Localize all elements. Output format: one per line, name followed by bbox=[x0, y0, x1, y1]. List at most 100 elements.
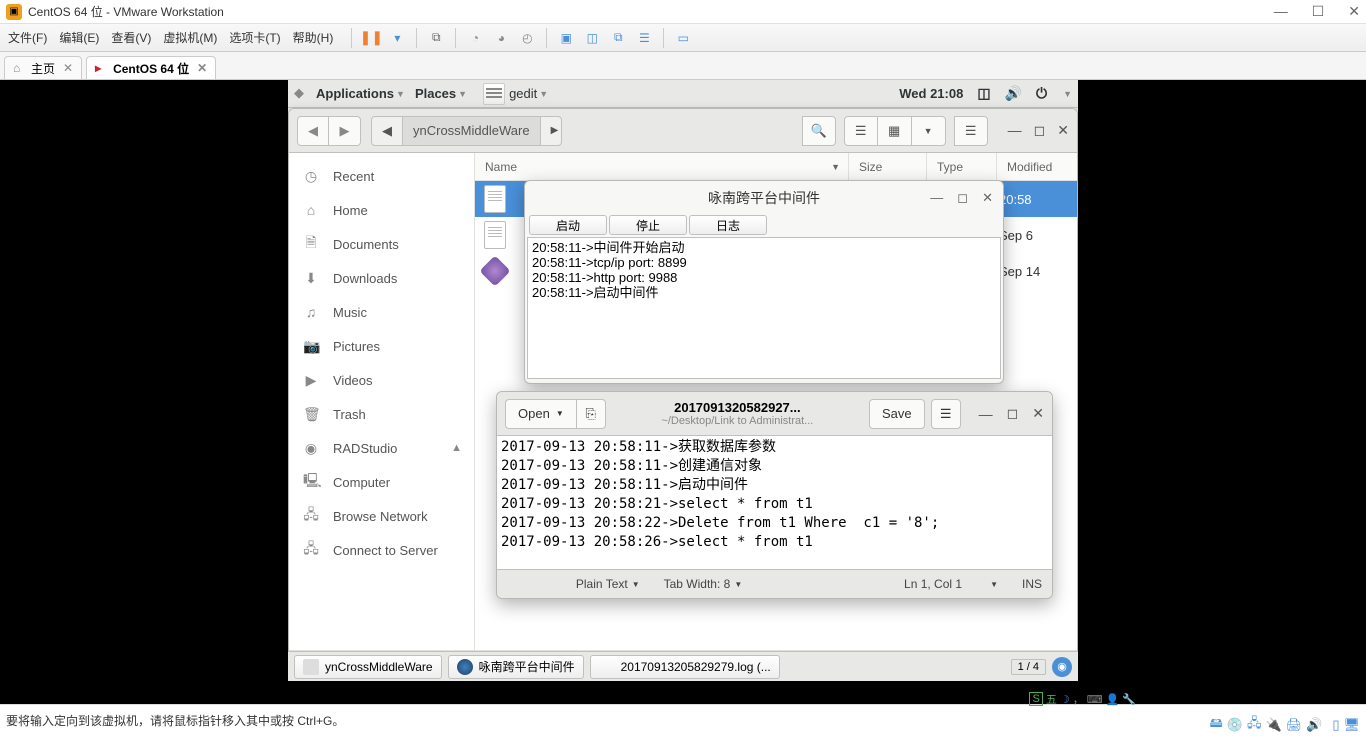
gedit-textarea[interactable]: 2017-09-13 20:58:11->获取数据库参数 2017-09-13 … bbox=[497, 436, 1052, 570]
menu-help[interactable]: 帮助(H) bbox=[293, 29, 334, 46]
printer-icon[interactable]: 🖨 bbox=[1286, 717, 1303, 733]
dropdown-icon: ▼ bbox=[458, 89, 467, 99]
col-name[interactable]: Name▼ bbox=[475, 153, 849, 180]
minimize-button[interactable]: — bbox=[1274, 3, 1288, 20]
menu-tabs[interactable]: 选项卡(T) bbox=[229, 29, 280, 46]
language-selector[interactable]: Plain Text▼ bbox=[576, 577, 640, 591]
disk-icon[interactable]: 🖴 bbox=[1210, 714, 1223, 736]
stop-button[interactable]: 停止 bbox=[609, 215, 687, 235]
cursor-dropdown[interactable]: ▼ bbox=[986, 580, 998, 589]
gedit-menu-button[interactable]: ☰ bbox=[931, 399, 961, 429]
taskbar-item-files[interactable]: ynCrossMiddleWare bbox=[294, 655, 442, 679]
power-icon[interactable]: ⏻ bbox=[1036, 85, 1047, 102]
eject-icon[interactable]: ▲ bbox=[451, 442, 462, 454]
tab-home[interactable]: ⌂ 主页 ✕ bbox=[4, 56, 82, 79]
workspace-indicator[interactable]: 1 / 4 bbox=[1011, 659, 1046, 675]
power-dropdown[interactable]: ▾ bbox=[388, 29, 406, 47]
network-icon[interactable]: 🖧 bbox=[1247, 714, 1262, 736]
cd-icon[interactable]: 💿 bbox=[1227, 717, 1243, 733]
close-tab-icon[interactable]: ✕ bbox=[63, 61, 73, 75]
guest-display[interactable]: ◆ Applications ▼ Places ▼ gedit ▼ Wed 21… bbox=[0, 80, 1366, 704]
gedit-title: 2017091320582927... ~/Desktop/Link to Ad… bbox=[606, 400, 869, 427]
taskbar-item-middleware[interactable]: 咏南跨平台中间件 bbox=[448, 655, 584, 679]
fullscreen-icon[interactable]: ▣ bbox=[557, 29, 575, 47]
manage-snapshot-icon[interactable]: ◴ bbox=[518, 29, 536, 47]
applications-menu[interactable]: ◆ Applications ▼ bbox=[294, 85, 405, 103]
view-icon[interactable]: ⧉ bbox=[609, 29, 627, 47]
files-close[interactable]: ✕ bbox=[1057, 122, 1069, 139]
close-button[interactable]: ✕ bbox=[1348, 3, 1360, 20]
places-menu[interactable]: Places ▼ bbox=[415, 86, 467, 101]
revert-icon[interactable]: ◕ bbox=[492, 29, 510, 47]
sidebar-item-trash[interactable]: 🗑Trash bbox=[289, 397, 474, 431]
tab-width-selector[interactable]: Tab Width: 8▼ bbox=[664, 577, 743, 591]
sidebar-item-computer[interactable]: 🖳Computer bbox=[289, 465, 474, 499]
sidebar-item-music[interactable]: ♫Music bbox=[289, 295, 474, 329]
breadcrumb-prev[interactable]: ◀ bbox=[372, 117, 403, 145]
files-maximize[interactable]: ◻ bbox=[1034, 122, 1046, 139]
gedit-maximize[interactable]: ◻ bbox=[1007, 405, 1019, 422]
gedit-minimize[interactable]: — bbox=[979, 406, 993, 422]
sidebar-item-documents[interactable]: 🗎Documents bbox=[289, 227, 474, 261]
volume-icon[interactable]: 🔊 bbox=[1005, 85, 1022, 102]
snapshot-icon[interactable]: ◔ bbox=[466, 29, 484, 47]
save-button[interactable]: Save bbox=[869, 399, 925, 429]
sidebar-item-connect-to-server[interactable]: 🖧Connect to Server bbox=[289, 533, 474, 567]
gedit-close[interactable]: ✕ bbox=[1032, 405, 1044, 422]
grid-view-button[interactable]: ▦ bbox=[878, 116, 912, 146]
taskbar-item-gedit[interactable]: 20170913205829279.log (... bbox=[590, 655, 780, 679]
start-button[interactable]: 启动 bbox=[529, 215, 607, 235]
vmware-device-tray[interactable]: 🖴 💿 🖧 🔌 🖨 🔊 ▯ 🖥 bbox=[1210, 717, 1360, 733]
mw-maximize[interactable]: ◻ bbox=[957, 190, 968, 206]
tab-vm[interactable]: ▸ CentOS 64 位 ✕ bbox=[86, 56, 216, 79]
unity-icon[interactable]: ◫ bbox=[583, 29, 601, 47]
close-tab-icon[interactable]: ✕ bbox=[197, 61, 207, 75]
workspace-switcher[interactable]: ◉ bbox=[1052, 657, 1072, 677]
col-modified[interactable]: Modified bbox=[997, 153, 1077, 180]
app-menu-gedit[interactable]: gedit ▼ bbox=[483, 83, 548, 105]
display-icon[interactable]: ▯ bbox=[1332, 717, 1339, 733]
open-button[interactable]: Open▼ bbox=[505, 399, 576, 429]
list-view-button[interactable]: ☰ bbox=[844, 116, 878, 146]
monitor-icon[interactable]: 🖥 bbox=[1343, 717, 1360, 733]
breadcrumb-next[interactable]: ▶ bbox=[541, 117, 561, 145]
sidebar-item-recent[interactable]: ◷Recent bbox=[289, 159, 474, 193]
clock[interactable]: Wed 21:08 bbox=[899, 86, 963, 101]
mw-close[interactable]: ✕ bbox=[982, 190, 993, 206]
menu-file[interactable]: 文件(F) bbox=[8, 29, 47, 46]
col-size[interactable]: Size bbox=[849, 153, 927, 180]
menu-view[interactable]: 查看(V) bbox=[111, 29, 151, 46]
log-button[interactable]: 日志 bbox=[689, 215, 767, 235]
back-button[interactable]: ◀ bbox=[297, 116, 329, 146]
menu-edit[interactable]: 编辑(E) bbox=[59, 29, 99, 46]
log-line: 20:58:11->中间件开始启动 bbox=[532, 240, 996, 255]
sidebar-item-downloads[interactable]: ⬇Downloads bbox=[289, 261, 474, 295]
library-icon[interactable]: ☰ bbox=[635, 29, 653, 47]
accessibility-icon[interactable]: ◫ bbox=[977, 85, 990, 102]
suspend-button[interactable]: ❚❚ bbox=[362, 29, 380, 47]
menu-vm[interactable]: 虚拟机(M) bbox=[163, 29, 217, 46]
search-button[interactable]: 🔍 bbox=[802, 116, 836, 146]
stretch-icon[interactable]: ▭ bbox=[674, 29, 692, 47]
ime-tray[interactable]: S 五 ☽ ， ⌨ 👤 🔧 bbox=[1029, 691, 1136, 707]
insert-mode[interactable]: INS bbox=[1022, 577, 1042, 591]
gnome-taskbar: ynCrossMiddleWare 咏南跨平台中间件 2017091320582… bbox=[288, 651, 1078, 681]
sidebar-item-browse-network[interactable]: 🖧Browse Network bbox=[289, 499, 474, 533]
maximize-button[interactable]: ☐ bbox=[1312, 3, 1325, 20]
send-keys-icon[interactable]: ⧉ bbox=[427, 29, 445, 47]
sound-icon[interactable]: 🔊 bbox=[1306, 717, 1322, 733]
sidebar-item-radstudio[interactable]: ◉RADStudio▲ bbox=[289, 431, 474, 465]
forward-button[interactable]: ▶ bbox=[329, 116, 361, 146]
new-tab-button[interactable]: ⎘ bbox=[576, 399, 606, 429]
col-type[interactable]: Type bbox=[927, 153, 997, 180]
sidebar-item-videos[interactable]: ▶Videos bbox=[289, 363, 474, 397]
view-dropdown[interactable]: ▼ bbox=[912, 116, 946, 146]
breadcrumb-current[interactable]: ynCrossMiddleWare bbox=[403, 117, 541, 145]
sidebar-item-pictures[interactable]: 📷Pictures bbox=[289, 329, 474, 363]
sidebar-item-home[interactable]: ⌂Home bbox=[289, 193, 474, 227]
files-minimize[interactable]: — bbox=[1008, 122, 1022, 139]
usb-icon[interactable]: 🔌 bbox=[1265, 717, 1281, 733]
cursor-position[interactable]: Ln 1, Col 1 bbox=[904, 577, 962, 591]
hamburger-button[interactable]: ☰ bbox=[954, 116, 988, 146]
mw-minimize[interactable]: — bbox=[930, 190, 943, 206]
